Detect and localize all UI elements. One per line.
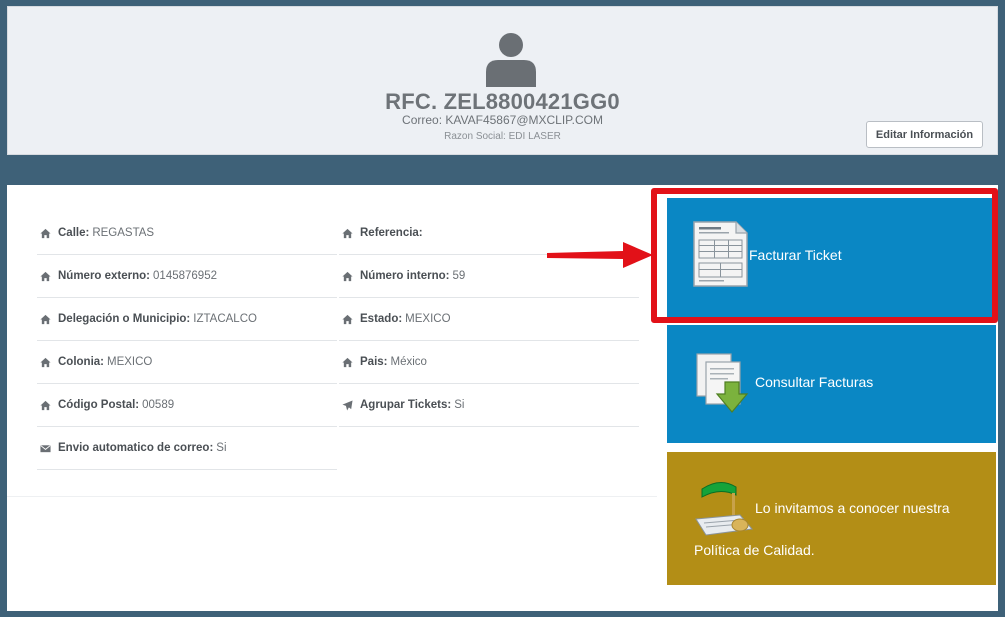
politica-line2: Política de Calidad. bbox=[694, 542, 815, 558]
detail-label: Referencia: bbox=[360, 227, 423, 239]
detail-label: Agrupar Tickets: bbox=[360, 399, 452, 411]
detail-value: 59 bbox=[452, 270, 466, 282]
detail-label: Número externo: bbox=[58, 270, 151, 282]
detail-label: Pais: bbox=[360, 356, 388, 368]
consultar-facturas-label: Consultar Facturas bbox=[755, 374, 874, 390]
home-icon bbox=[342, 228, 353, 239]
detail-agrupar-tickets: Agrupar Tickets: Si bbox=[339, 384, 639, 427]
detail-label: Delegación o Municipio: bbox=[58, 313, 191, 325]
home-icon bbox=[40, 314, 51, 325]
user-avatar-icon bbox=[486, 33, 536, 87]
detail-label: Colonia: bbox=[58, 356, 104, 368]
home-icon bbox=[342, 357, 353, 368]
rfc-title: RFC. ZEL8800421GG0 bbox=[385, 89, 620, 114]
detail-value: MEXICO bbox=[405, 313, 451, 325]
detail-value: 0145876952 bbox=[153, 270, 217, 282]
desk-lamp-icon bbox=[695, 482, 753, 536]
detail-envio-automatico: Envio automatico de correo: Si bbox=[37, 427, 337, 470]
consultar-facturas-tile[interactable]: Consultar Facturas bbox=[667, 325, 996, 443]
razon-social-text: Razon Social: EDI LASER bbox=[444, 131, 561, 142]
home-icon bbox=[40, 271, 51, 282]
detail-label: Envio automatico de correo: bbox=[58, 442, 214, 454]
edit-info-button[interactable]: Editar Información bbox=[866, 121, 983, 148]
detail-estado: Estado: MEXICO bbox=[339, 298, 639, 341]
detail-delegacion: Delegación o Municipio: IZTACALCO bbox=[37, 298, 337, 341]
politica-calidad-tile[interactable]: Lo invitamos a conocer nuestra Política … bbox=[667, 452, 996, 585]
home-icon bbox=[342, 271, 353, 282]
home-icon bbox=[40, 357, 51, 368]
address-details: Calle: REGASTAS Número externo: 01458769… bbox=[7, 185, 657, 497]
home-icon bbox=[342, 314, 353, 325]
detail-value: MEXICO bbox=[107, 356, 153, 368]
politica-line1: Lo invitamos a conocer nuestra bbox=[755, 500, 950, 516]
arrow-right-icon bbox=[547, 242, 653, 268]
detail-value: México bbox=[390, 356, 427, 368]
detail-value: REGASTAS bbox=[92, 227, 155, 239]
detail-value: Si bbox=[454, 399, 465, 411]
detail-calle: Calle: REGASTAS bbox=[37, 212, 337, 255]
highlight-box bbox=[651, 188, 998, 323]
detail-numero-externo: Número externo: 0145876952 bbox=[37, 255, 337, 298]
detail-value: 00589 bbox=[142, 399, 175, 411]
documents-download-icon bbox=[696, 353, 749, 413]
detail-label: Código Postal: bbox=[58, 399, 140, 411]
home-icon bbox=[40, 228, 51, 239]
detail-label: Estado: bbox=[360, 313, 403, 325]
detail-colonia: Colonia: MEXICO bbox=[37, 341, 337, 384]
envelope-icon bbox=[40, 443, 51, 454]
detail-value: Si bbox=[216, 442, 227, 454]
detail-label: Número interno: bbox=[360, 270, 450, 282]
home-icon bbox=[40, 400, 51, 411]
detail-label: Calle: bbox=[58, 227, 90, 239]
email-text: Correo: KAVAF45867@MXCLIP.COM bbox=[402, 113, 603, 127]
detail-value: IZTACALCO bbox=[193, 313, 257, 325]
detail-codigo-postal: Código Postal: 00589 bbox=[37, 384, 337, 427]
plane-icon bbox=[342, 400, 353, 411]
profile-card: RFC. ZEL8800421GG0 Correo: KAVAF45867@MX… bbox=[7, 6, 998, 155]
detail-pais: Pais: México bbox=[339, 341, 639, 384]
